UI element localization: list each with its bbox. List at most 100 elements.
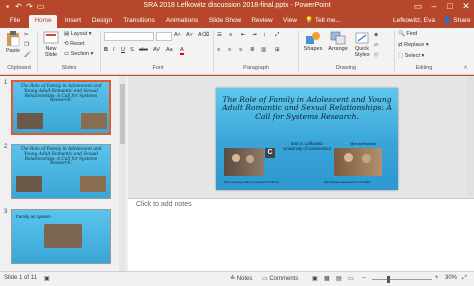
- columns-icon[interactable]: ▥: [261, 47, 266, 53]
- notes-pane[interactable]: Click to add notes: [128, 198, 474, 271]
- text-direction-icon[interactable]: ⤢: [275, 32, 279, 39]
- italic-icon[interactable]: I: [113, 47, 115, 53]
- thumb-photo: [80, 176, 106, 192]
- zoom-level[interactable]: 30%: [445, 275, 457, 281]
- uconn-logo-icon: C: [265, 148, 275, 158]
- comments-button[interactable]: ▭ Comments: [262, 275, 298, 282]
- cut-icon[interactable]: ✂: [24, 32, 29, 38]
- thumb-title: The Role of Family in Adolescent and You…: [20, 84, 102, 104]
- slide-author-block[interactable]: Eva S. Lefkowitz University of Connectic…: [276, 141, 338, 151]
- decrease-indent-icon[interactable]: ⇤: [241, 32, 246, 38]
- bullets-icon[interactable]: ☰: [217, 32, 222, 38]
- char-spacing-icon[interactable]: AV: [153, 47, 160, 53]
- new-slide-button[interactable]: New Slide: [40, 31, 62, 58]
- notes-label: Notes: [236, 276, 253, 282]
- shape-outline-icon[interactable]: ▱: [374, 42, 378, 48]
- select-button[interactable]: ⬚ Select ▾: [398, 53, 424, 59]
- ribbon-display-icon[interactable]: ▭: [410, 0, 426, 13]
- quick-styles-label: Quick Styles: [354, 46, 370, 58]
- share-button[interactable]: 👤 Share: [442, 15, 472, 28]
- slideshow-view-icon[interactable]: ▭: [348, 275, 354, 282]
- tab-view[interactable]: View: [279, 15, 301, 28]
- font-family-select[interactable]: [104, 32, 154, 41]
- tab-review[interactable]: Review: [248, 15, 276, 28]
- tab-home[interactable]: Home: [29, 15, 57, 28]
- tell-me-search[interactable]: 💡 Tell me...: [305, 15, 341, 28]
- slide-photo-right[interactable]: [334, 148, 382, 176]
- link-left[interactable]: https://www.youtube.com/watch?v=abctm: [224, 180, 279, 184]
- scrollbar-thumb[interactable]: [120, 84, 125, 144]
- shadow-icon[interactable]: S: [130, 47, 134, 53]
- change-case-icon[interactable]: Aa: [166, 47, 173, 53]
- justify-icon[interactable]: ≣: [250, 47, 255, 53]
- find-button[interactable]: 🔍 Find: [398, 31, 417, 37]
- slide-photo-left[interactable]: [224, 148, 264, 176]
- fit-to-window-icon[interactable]: ⤢: [462, 275, 467, 282]
- format-painter-icon[interactable]: 🖌: [24, 52, 31, 58]
- align-center-icon[interactable]: ≡: [228, 47, 231, 53]
- smartart-icon[interactable]: ⊞: [275, 47, 280, 53]
- shapes-button[interactable]: Shapes: [302, 31, 324, 52]
- arrange-icon: [330, 31, 346, 45]
- tab-insert[interactable]: Insert: [60, 15, 86, 28]
- reset-button[interactable]: ⟲ Reset: [64, 41, 85, 47]
- shape-effects-icon[interactable]: ◇: [374, 52, 378, 58]
- zoom-slider-thumb[interactable]: [387, 276, 390, 283]
- align-left-icon[interactable]: ≡: [217, 47, 220, 53]
- font-color-icon[interactable]: A: [180, 47, 184, 55]
- tab-transitions[interactable]: Transitions: [119, 15, 159, 28]
- copy-icon[interactable]: ❐: [24, 42, 29, 48]
- spellcheck-icon[interactable]: ▣: [44, 275, 50, 282]
- notes-icon: ≙: [230, 276, 236, 282]
- font-group-label: Font: [152, 65, 164, 71]
- clear-formatting-icon[interactable]: A⌫: [198, 32, 209, 38]
- line-spacing-icon[interactable]: ↕: [263, 32, 266, 38]
- notes-button[interactable]: ≙ Notes: [230, 275, 252, 282]
- current-slide[interactable]: The Role of Family in Adolescent and You…: [216, 88, 398, 190]
- section-button[interactable]: ▭ Section ▾: [64, 51, 93, 57]
- layout-button[interactable]: ▤ Layout ▾: [64, 31, 92, 37]
- ribbon-home: Paste ✂ ❐ 🖌 Clipboard New Slide ▤ Layout…: [0, 28, 474, 75]
- reading-view-icon[interactable]: ▤: [336, 275, 342, 282]
- normal-view-icon[interactable]: ▣: [312, 275, 318, 282]
- tab-file[interactable]: File: [4, 15, 26, 28]
- font-size-select[interactable]: [156, 32, 172, 41]
- slide-thumbnail-2[interactable]: The Role of Family in Adolescent and You…: [11, 144, 111, 199]
- find-label: Find: [406, 31, 418, 37]
- minimize-icon[interactable]: –: [426, 0, 442, 13]
- zoom-slider[interactable]: [372, 279, 432, 280]
- bold-icon[interactable]: B: [104, 47, 108, 53]
- thumb-photo: [17, 113, 43, 129]
- strikethrough-icon[interactable]: abc: [139, 47, 148, 53]
- close-icon[interactable]: ✕: [458, 0, 474, 13]
- collapse-ribbon-icon[interactable]: ˄: [464, 65, 467, 71]
- slide-thumbnail-1[interactable]: The Role of Family in Adolescent and You…: [11, 80, 111, 135]
- tab-animations[interactable]: Animations: [162, 15, 202, 28]
- thumb-title: The Role of Family in Adolescent and You…: [20, 147, 102, 167]
- account-name[interactable]: Lefkowitz, Eva: [388, 15, 440, 28]
- quick-styles-button[interactable]: Quick Styles: [352, 31, 372, 58]
- tab-design[interactable]: Design: [89, 15, 115, 28]
- maximize-icon[interactable]: □: [442, 0, 458, 13]
- share-icon: 👤: [443, 17, 452, 24]
- numbering-icon[interactable]: ≡: [229, 32, 232, 38]
- underline-icon[interactable]: U: [121, 47, 125, 53]
- zoom-in-icon[interactable]: +: [435, 275, 439, 281]
- slide-title[interactable]: The Role of Family in Adolescent and You…: [222, 95, 392, 121]
- replace-button[interactable]: ⇄ Replace ▾: [398, 42, 429, 48]
- shrink-font-icon[interactable]: A˅: [186, 32, 193, 38]
- increase-indent-icon[interactable]: ⇥: [252, 32, 257, 38]
- link-right[interactable]: http://www.evasresearch.com/talks: [324, 180, 370, 184]
- arrange-button[interactable]: Arrange: [326, 31, 350, 52]
- slide-sorter-icon[interactable]: ▦: [324, 275, 330, 282]
- slide-scrollbar[interactable]: [467, 76, 474, 197]
- slide-thumbnail-3[interactable]: Family as system: [11, 209, 111, 264]
- zoom-out-icon[interactable]: –: [362, 275, 365, 281]
- align-right-icon[interactable]: ≡: [239, 47, 242, 53]
- paste-button[interactable]: Paste: [3, 31, 23, 54]
- thumbnail-scrollbar[interactable]: [119, 76, 126, 271]
- shape-fill-icon[interactable]: ◈: [374, 32, 378, 38]
- tab-slide-show[interactable]: Slide Show: [206, 15, 244, 28]
- new-slide-icon: [43, 31, 59, 44]
- grow-font-icon[interactable]: A˄: [174, 32, 181, 38]
